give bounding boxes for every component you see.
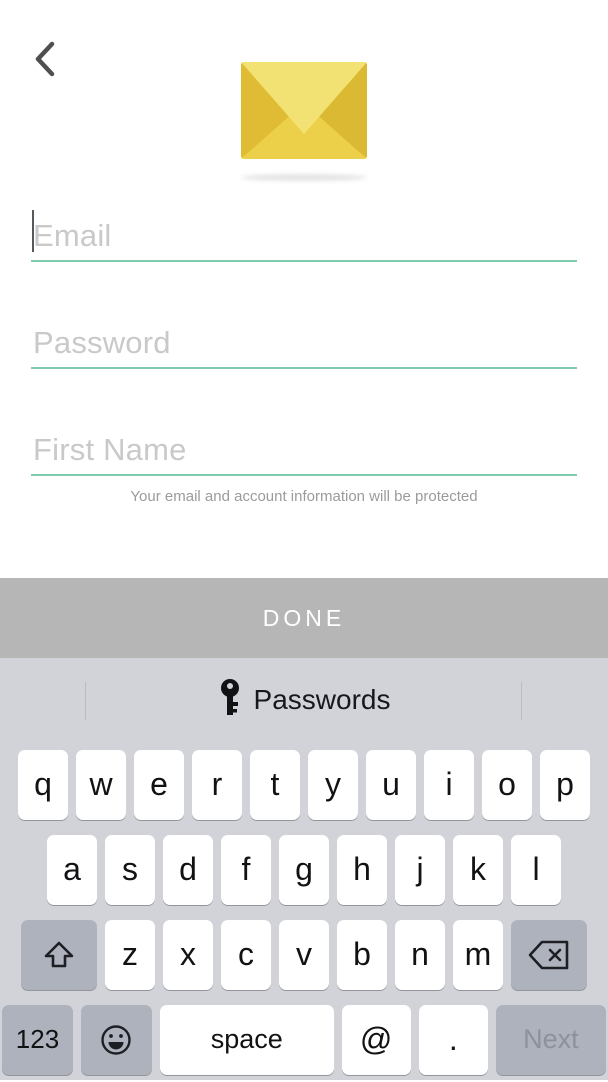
key-p[interactable]: p xyxy=(540,749,590,820)
key-i[interactable]: i xyxy=(424,749,474,820)
at-key[interactable]: @ xyxy=(341,1004,411,1075)
key-b[interactable]: b xyxy=(337,919,387,990)
password-field[interactable]: Password xyxy=(31,311,577,369)
on-screen-keyboard: Passwords q w e r t y u i o p a s d f g … xyxy=(0,658,608,1080)
space-key[interactable]: space xyxy=(159,1004,334,1075)
done-button-label: DONE xyxy=(262,604,346,631)
key-q[interactable]: q xyxy=(18,749,68,820)
period-key[interactable]: . xyxy=(418,1004,488,1075)
keyboard-row-3: z x c v b n m xyxy=(0,912,608,997)
password-field-placeholder: Password xyxy=(33,325,171,360)
emoji-key[interactable] xyxy=(80,1004,152,1075)
shift-key[interactable] xyxy=(21,919,97,990)
key-f[interactable]: f xyxy=(221,834,271,905)
backspace-key[interactable] xyxy=(511,919,587,990)
key-c[interactable]: c xyxy=(221,919,271,990)
helper-text: Your email and account information will … xyxy=(130,488,478,505)
chevron-left-icon xyxy=(32,39,58,79)
key-icon xyxy=(218,678,242,723)
key-j[interactable]: j xyxy=(395,834,445,905)
key-h[interactable]: h xyxy=(337,834,387,905)
key-t[interactable]: t xyxy=(250,749,300,820)
shift-icon xyxy=(42,938,76,972)
keyboard-row-1: q w e r t y u i o p xyxy=(0,742,608,827)
email-field-placeholder: Email xyxy=(33,218,112,253)
envelope-flap xyxy=(241,62,367,134)
key-n[interactable]: n xyxy=(395,919,445,990)
key-u[interactable]: u xyxy=(366,749,416,820)
first-name-field[interactable]: First Name xyxy=(31,418,577,476)
keyboard-row-2: a s d f g h j k l xyxy=(0,827,608,912)
numbers-key[interactable]: 123 xyxy=(2,1004,73,1075)
key-w[interactable]: w xyxy=(76,749,126,820)
autofill-divider-right xyxy=(521,682,522,720)
keyboard-row-4: 123 space @ . Next xyxy=(0,997,608,1082)
done-toolbar[interactable]: DONE xyxy=(0,578,608,658)
back-button[interactable] xyxy=(14,28,76,90)
key-y[interactable]: y xyxy=(308,749,358,820)
key-e[interactable]: e xyxy=(134,749,184,820)
autofill-suggestion-bar: Passwords xyxy=(0,658,608,742)
key-x[interactable]: x xyxy=(163,919,213,990)
key-s[interactable]: s xyxy=(105,834,155,905)
envelope-shadow xyxy=(241,174,367,181)
key-v[interactable]: v xyxy=(279,919,329,990)
key-z[interactable]: z xyxy=(105,919,155,990)
first-name-field-placeholder: First Name xyxy=(33,432,187,467)
key-r[interactable]: r xyxy=(192,749,242,820)
key-o[interactable]: o xyxy=(482,749,532,820)
emoji-smiley-icon xyxy=(99,1023,133,1057)
key-k[interactable]: k xyxy=(453,834,503,905)
email-field[interactable]: Email xyxy=(31,204,577,262)
passwords-suggestion-button[interactable]: Passwords xyxy=(218,678,391,723)
envelope-icon xyxy=(241,62,367,159)
backspace-icon xyxy=(528,939,570,971)
signup-screen: Email Password First Name Your email and… xyxy=(0,0,608,1080)
key-l[interactable]: l xyxy=(511,834,561,905)
next-key[interactable]: Next xyxy=(495,1004,606,1075)
envelope-shape xyxy=(241,62,367,159)
autofill-divider-left xyxy=(85,682,86,720)
form-area: Email Password First Name Your email and… xyxy=(0,0,608,578)
key-a[interactable]: a xyxy=(47,834,97,905)
key-d[interactable]: d xyxy=(163,834,213,905)
key-g[interactable]: g xyxy=(279,834,329,905)
passwords-suggestion-label: Passwords xyxy=(253,684,391,715)
key-m[interactable]: m xyxy=(453,919,503,990)
